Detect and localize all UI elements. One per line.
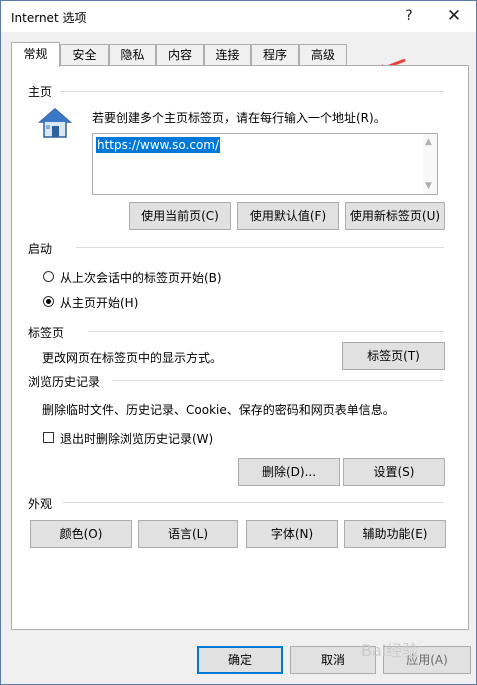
tabs-description: 更改网页在标签页中的显示方式。 <box>42 351 223 365</box>
internet-options-dialog: Internet 选项 ? ✕ 常规 安全 隐私 内容 连接 程序 高级 主页 … <box>0 0 477 685</box>
startup-last-session-label[interactable]: 从上次会话中的标签页开始(B) <box>60 269 222 286</box>
section-divider <box>88 331 444 332</box>
tab-connections[interactable]: 连接 <box>204 44 251 66</box>
history-description: 删除临时文件、历史记录、Cookie、保存的密码和网页表单信息。 <box>42 403 395 417</box>
section-divider <box>62 502 444 503</box>
scroll-down-icon[interactable]: ▼ <box>425 181 432 191</box>
appearance-section-title: 外观 <box>28 497 53 511</box>
close-button[interactable]: ✕ <box>439 4 469 28</box>
delete-on-exit-label[interactable]: 退出时删除浏览历史记录(W) <box>60 430 213 447</box>
title-bar: Internet 选项 ? ✕ <box>1 1 476 32</box>
use-new-tab-button[interactable]: 使用新标签页(U) <box>345 202 445 230</box>
use-default-button[interactable]: 使用默认值(F) <box>237 202 339 230</box>
section-divider <box>112 380 444 381</box>
colors-button[interactable]: 颜色(O) <box>30 520 132 548</box>
help-button[interactable]: ? <box>394 4 424 28</box>
url-scrollbar[interactable]: ▲ ▼ <box>423 134 437 194</box>
delete-on-exit-checkbox[interactable] <box>43 432 54 443</box>
languages-button[interactable]: 语言(L) <box>138 520 238 548</box>
watermark-text: Bai经验 <box>361 641 419 660</box>
history-section-title: 浏览历史记录 <box>28 375 101 389</box>
home-description: 若要创建多个主页标签页，请在每行输入一个地址(R)。 <box>92 111 386 125</box>
section-divider <box>60 91 444 92</box>
section-divider <box>76 247 444 248</box>
ok-button[interactable]: 确定 <box>197 646 283 674</box>
home-url-textarea[interactable]: https://www.so.com/ ▲ ▼ <box>92 133 438 195</box>
house-icon <box>38 108 72 138</box>
tab-advanced[interactable]: 高级 <box>299 44 347 66</box>
delete-history-button[interactable]: 删除(D)... <box>238 458 340 486</box>
startup-home-label[interactable]: 从主页开始(H) <box>60 294 138 311</box>
tab-programs[interactable]: 程序 <box>251 44 299 66</box>
startup-last-session-radio[interactable] <box>43 271 54 282</box>
tab-general[interactable]: 常规 <box>11 42 60 67</box>
accessibility-button[interactable]: 辅助功能(E) <box>344 520 446 548</box>
tabs-settings-button[interactable]: 标签页(T) <box>342 342 445 370</box>
window-title: Internet 选项 <box>11 11 87 25</box>
general-tab-panel: 主页 若要创建多个主页标签页，请在每行输入一个地址(R)。 https://ww… <box>11 65 469 630</box>
tab-privacy[interactable]: 隐私 <box>109 44 156 66</box>
scroll-up-icon[interactable]: ▲ <box>425 137 432 147</box>
tab-security[interactable]: 安全 <box>60 44 109 66</box>
fonts-button[interactable]: 字体(N) <box>246 520 338 548</box>
history-settings-button[interactable]: 设置(S) <box>343 458 445 486</box>
tabs-section-title: 标签页 <box>28 326 65 340</box>
home-url-value[interactable]: https://www.so.com/ <box>96 137 221 153</box>
home-section-title: 主页 <box>28 85 53 99</box>
use-current-button[interactable]: 使用当前页(C) <box>129 202 231 230</box>
startup-home-radio[interactable] <box>43 296 54 307</box>
startup-section-title: 启动 <box>28 242 53 256</box>
tab-content[interactable]: 内容 <box>156 44 204 66</box>
